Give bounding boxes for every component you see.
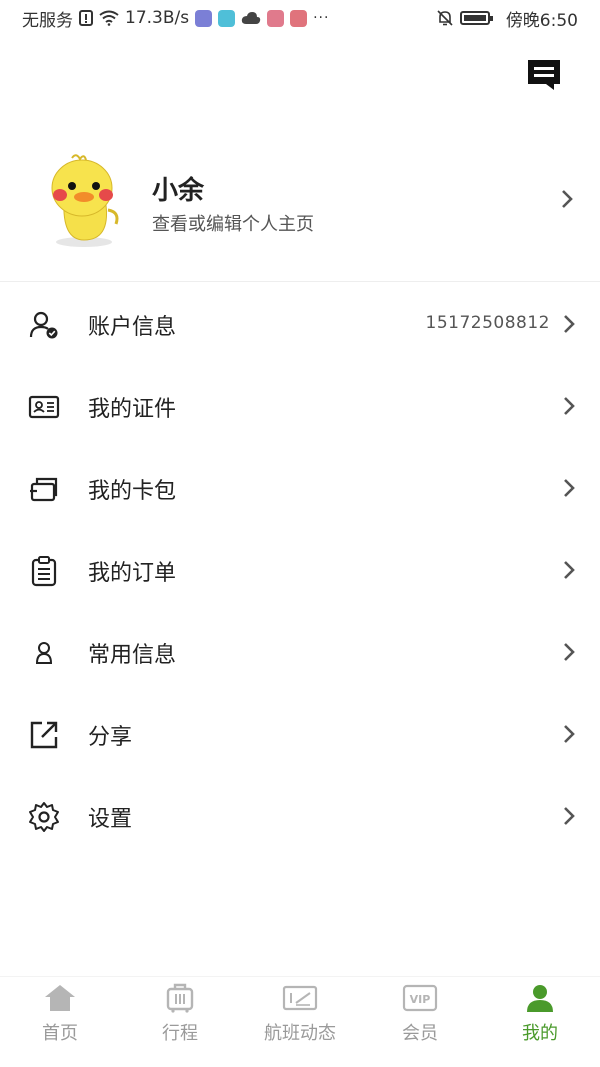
clock-text: 傍晚6:50: [505, 10, 578, 31]
phone-number: 15172508812: [425, 313, 550, 333]
id-card-icon: [28, 395, 60, 419]
divider: [0, 281, 600, 282]
profile-header[interactable]: 小余 查看或编辑个人主页: [0, 130, 600, 260]
home-icon: [45, 985, 75, 1011]
profile-subtitle: 查看或编辑个人主页: [152, 214, 314, 235]
cloud-icon: [241, 12, 261, 24]
bottom-tab-bar: 首页 行程 航班动态 VIP 会员 我的: [0, 976, 600, 1067]
menu-label: 我的证件: [88, 397, 177, 422]
menu-item-settings[interactable]: 设置: [0, 775, 600, 857]
chevron-right-icon: [564, 807, 575, 825]
menu-item-frequent-info[interactable]: 常用信息: [0, 611, 600, 693]
chevron-right-icon: [564, 643, 575, 661]
menu-item-documents[interactable]: 我的证件: [0, 365, 600, 447]
avatar: [51, 154, 119, 247]
status-left: 无服务 17.3B/s ···: [22, 6, 329, 31]
settings-icon: [29, 802, 59, 832]
card-wallet-icon: [30, 477, 58, 502]
menu-item-share[interactable]: 分享: [0, 693, 600, 775]
menu-item-account-info[interactable]: 账户信息 15172508812: [0, 283, 600, 365]
menu-label: 分享: [88, 725, 133, 750]
tab-mine[interactable]: 我的: [480, 977, 600, 1067]
message-button[interactable]: [526, 58, 562, 92]
chevron-right-icon: [564, 315, 575, 333]
luggage-icon: [166, 983, 194, 1013]
chevron-right-icon: [562, 190, 573, 208]
notification-app-icon: [218, 9, 236, 27]
flight-board-icon: [282, 985, 318, 1011]
sim-alert-icon: [79, 10, 93, 26]
tab-flight-status[interactable]: 航班动态: [240, 977, 360, 1067]
menu-label: 我的卡包: [88, 479, 177, 504]
user-check-icon: [29, 311, 58, 339]
carrier-text: 无服务: [22, 10, 73, 31]
chevron-right-icon: [564, 725, 575, 743]
status-right: 傍晚6:50: [436, 6, 578, 31]
wifi-icon: [99, 10, 119, 26]
status-bar: 无服务 17.3B/s ··· 傍晚6:50: [0, 0, 600, 36]
network-speed: 17.3B/s: [125, 8, 190, 28]
more-notifications-icon: ···: [313, 10, 330, 26]
profile-name: 小余: [152, 176, 205, 206]
contact-icon: [35, 642, 53, 664]
clipboard-icon: [31, 556, 57, 587]
tab-label: 首页: [42, 1023, 78, 1044]
menu-list: 账户信息 15172508812 我的证件 我的卡包 我的订单 常用信息 分享 …: [0, 283, 600, 857]
share-icon: [30, 721, 58, 749]
message-icon: [528, 60, 560, 90]
vip-icon: VIP: [402, 984, 438, 1012]
chevron-right-icon: [564, 479, 575, 497]
person-icon: [527, 985, 553, 1012]
menu-label: 账户信息: [88, 315, 177, 340]
menu-item-card-wallet[interactable]: 我的卡包: [0, 447, 600, 529]
notification-app-icon: [195, 9, 213, 27]
tab-label: 航班动态: [264, 1023, 336, 1044]
tab-member[interactable]: VIP 会员: [360, 977, 480, 1067]
tab-label: 会员: [402, 1023, 438, 1044]
notification-app-icon: [267, 9, 285, 27]
tab-trips[interactable]: 行程: [120, 977, 240, 1067]
menu-item-orders[interactable]: 我的订单: [0, 529, 600, 611]
menu-label: 设置: [88, 807, 133, 832]
tab-home[interactable]: 首页: [0, 977, 120, 1067]
menu-label: 常用信息: [88, 643, 177, 668]
notification-app-icon: [290, 9, 308, 27]
tab-label: 我的: [522, 1023, 558, 1044]
svg-text:VIP: VIP: [410, 993, 431, 1006]
menu-label: 我的订单: [88, 561, 177, 586]
chevron-right-icon: [564, 561, 575, 579]
battery-icon: [459, 11, 493, 25]
tab-label: 行程: [162, 1023, 198, 1044]
mute-bell-icon: [437, 10, 453, 26]
chevron-right-icon: [564, 397, 575, 415]
